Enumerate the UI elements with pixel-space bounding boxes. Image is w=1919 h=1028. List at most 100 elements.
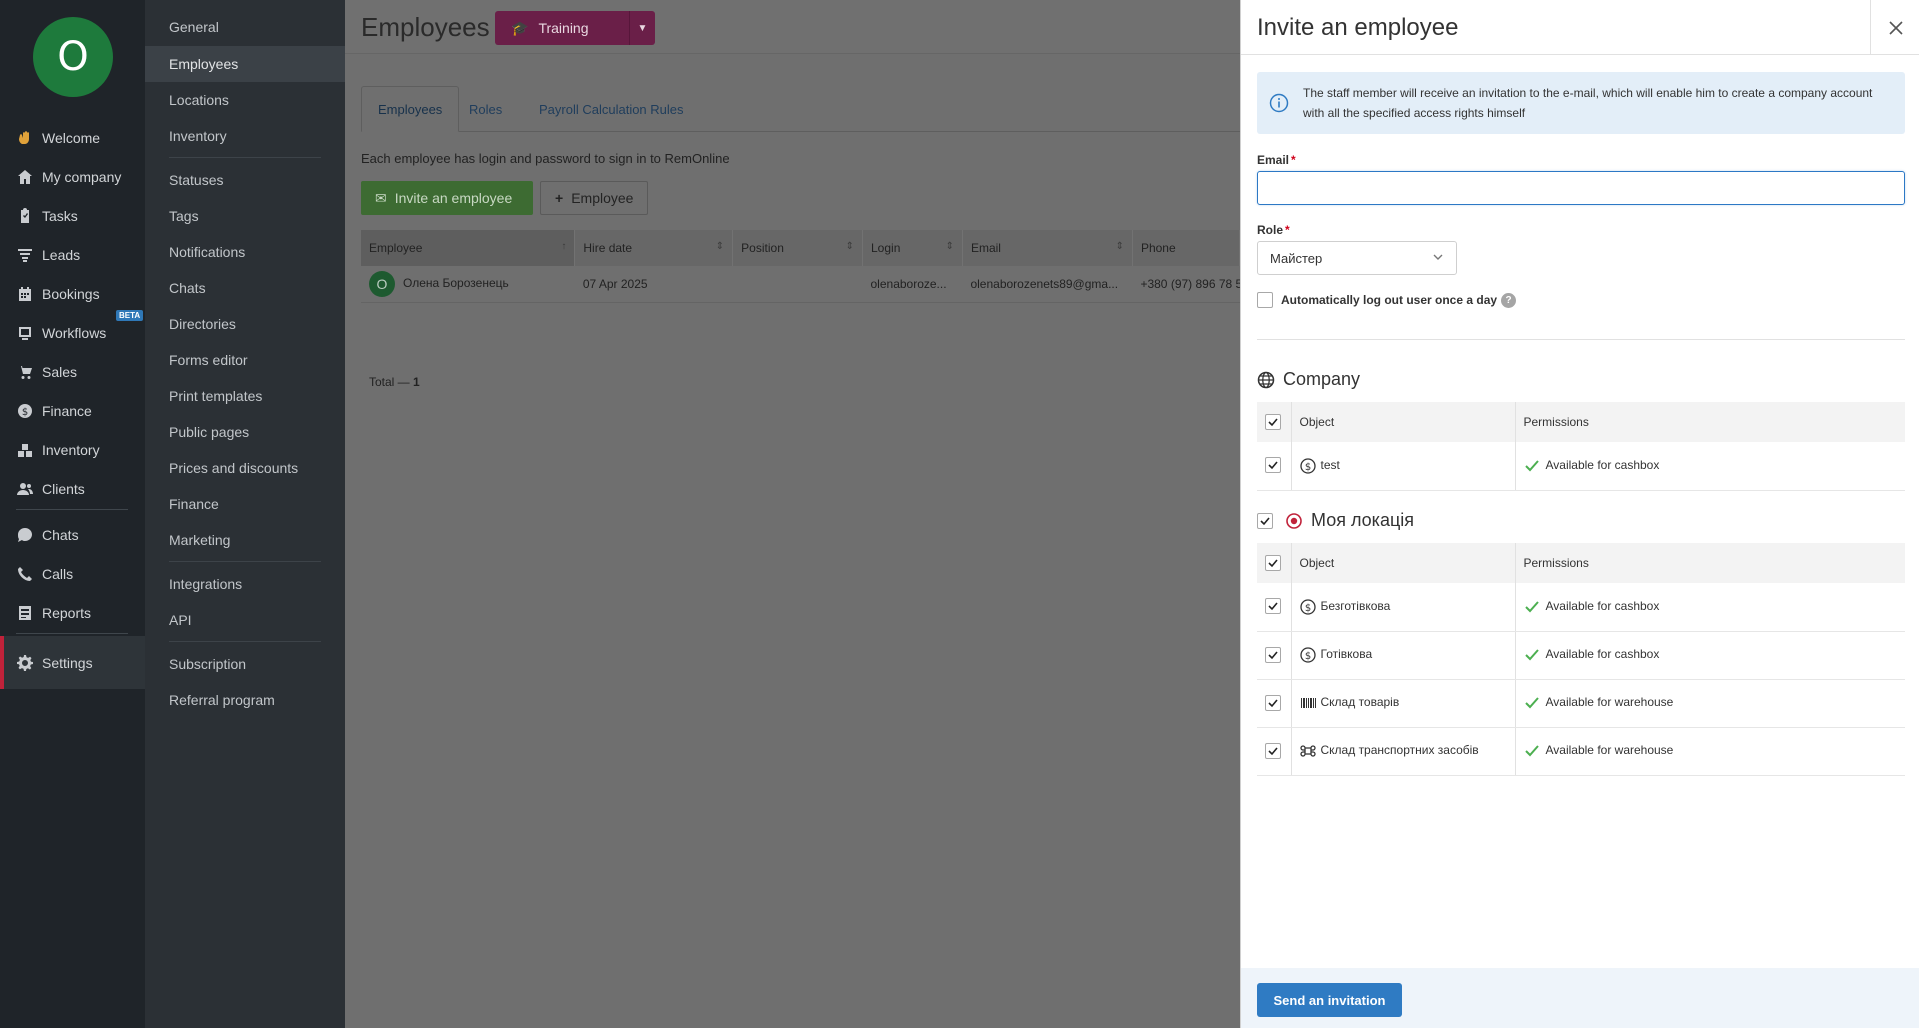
settings-item-general[interactable]: General [145, 9, 345, 45]
permission-row[interactable]: Склад товарів Available for warehouse [1257, 679, 1905, 728]
divider [1257, 339, 1905, 340]
nav-item-workflows[interactable]: Workflows [0, 313, 145, 353]
add-employee-button[interactable]: + Employee [540, 181, 648, 215]
tab-roles[interactable]: Roles [453, 86, 518, 132]
column-header-employee[interactable]: Employee ↑ [361, 230, 576, 266]
funnel-icon [16, 246, 34, 264]
location-checkbox[interactable] [1257, 512, 1273, 529]
settings-item-notifications[interactable]: Notifications [145, 234, 345, 270]
row-checkbox[interactable] [1265, 694, 1281, 711]
report-icon [16, 604, 34, 622]
permission-row[interactable]: $ test Available for cashbox [1257, 442, 1905, 491]
calendar-icon [16, 285, 34, 303]
send-invitation-button[interactable]: Send an invitation [1257, 983, 1402, 1017]
column-header-phone[interactable]: Phone [1132, 230, 1241, 266]
close-button[interactable] [1870, 0, 1919, 55]
tab-payroll-rules[interactable]: Payroll Calculation Rules [523, 86, 700, 132]
settings-item-statuses[interactable]: Statuses [145, 162, 345, 198]
cart-icon [16, 363, 34, 381]
settings-item-locations[interactable]: Locations [145, 82, 345, 118]
chevron-down-icon[interactable]: ▼ [629, 11, 655, 45]
row-checkbox[interactable] [1265, 598, 1281, 615]
nav-item-leads[interactable]: Leads [0, 235, 145, 275]
nav-label: Inventory [42, 442, 100, 458]
settings-item-employees[interactable]: Employees [145, 46, 345, 82]
select-all-checkbox[interactable] [1265, 554, 1281, 571]
user-avatar[interactable]: O [33, 17, 113, 97]
row-checkbox[interactable] [1265, 457, 1281, 474]
boxes-icon [16, 441, 34, 459]
auto-logout-label: Automatically log out user once a day [1281, 293, 1498, 307]
nav-item-bookings[interactable]: Bookings [0, 274, 145, 314]
check-icon [1524, 649, 1539, 661]
column-header-hire-date[interactable]: Hire date ⇕ [574, 230, 734, 266]
invite-employee-button[interactable]: ✉ Invite an employee [361, 181, 533, 215]
nav-label: Sales [42, 364, 78, 380]
nav-item-reports[interactable]: Reports [0, 593, 145, 633]
wave-icon [16, 129, 34, 147]
settings-item-api[interactable]: API [145, 602, 345, 638]
tab-employees[interactable]: Employees [361, 86, 460, 132]
row-checkbox[interactable] [1265, 742, 1281, 759]
settings-divider [169, 157, 321, 158]
main-sidebar: O Welcome My company Tasks Leads Booking… [0, 0, 145, 1028]
auto-logout-checkbox[interactable] [1257, 292, 1273, 308]
permission-row[interactable]: $ Готівкова Available for cashbox [1257, 631, 1905, 680]
page-header: Employees 🎓 Training ▼ [345, 0, 1240, 54]
command-icon [1299, 745, 1316, 757]
envelope-icon: ✉ [375, 189, 387, 206]
settings-item-directories[interactable]: Directories [145, 306, 345, 342]
nav-label: Finance [42, 403, 92, 419]
training-button[interactable]: 🎓 Training ▼ [495, 11, 655, 45]
info-banner: The staff member will receive an invitat… [1257, 72, 1905, 134]
permission-row[interactable]: $ Безготівкова Available for cashbox [1257, 583, 1905, 632]
gear-icon [16, 654, 34, 672]
sort-icon: ⇕ [845, 241, 854, 252]
settings-item-prices-discounts[interactable]: Prices and discounts [145, 450, 345, 486]
section-location-title: Моя локація [1257, 510, 1414, 531]
settings-item-integrations[interactable]: Integrations [145, 566, 345, 602]
role-select[interactable]: Майстер [1257, 241, 1457, 275]
nav-item-welcome[interactable]: Welcome [0, 118, 145, 158]
nav-item-settings[interactable]: Settings [0, 636, 145, 689]
row-checkbox[interactable] [1265, 646, 1281, 663]
settings-item-tags[interactable]: Tags [145, 198, 345, 234]
settings-item-public-pages[interactable]: Public pages [145, 414, 345, 450]
cell-phone: +380 (97) 896 78 5 [1132, 266, 1240, 303]
settings-item-referral-program[interactable]: Referral program [145, 682, 345, 718]
role-value: Майстер [1270, 250, 1323, 266]
nav-item-chats[interactable]: Chats [0, 515, 145, 555]
page-description: Each employee has login and password to … [361, 151, 730, 166]
people-icon [16, 480, 34, 498]
permission-row[interactable]: Склад транспортних засобів Available for… [1257, 727, 1905, 776]
settings-divider [169, 641, 321, 642]
nav-item-my-company[interactable]: My company [0, 157, 145, 197]
email-input[interactable] [1257, 171, 1905, 205]
settings-item-marketing[interactable]: Marketing [145, 522, 345, 558]
settings-item-subscription[interactable]: Subscription [145, 646, 345, 682]
settings-item-chats[interactable]: Chats [145, 270, 345, 306]
nav-item-tasks[interactable]: Tasks [0, 196, 145, 236]
cashbox-icon: $ [1299, 599, 1316, 615]
nav-item-sales[interactable]: Sales [0, 352, 145, 392]
workflow-icon [16, 324, 34, 342]
column-header-login[interactable]: Login ⇕ [862, 230, 963, 266]
column-header-permissions: Permissions [1515, 543, 1905, 583]
nav-item-finance[interactable]: $ Finance [0, 391, 145, 431]
nav-label: Leads [42, 247, 81, 263]
nav-label: Tasks [42, 208, 78, 224]
chat-icon [16, 526, 34, 544]
cashbox-icon: $ [1299, 458, 1316, 474]
nav-item-inventory[interactable]: Inventory [0, 430, 145, 470]
column-header-email[interactable]: Email ⇕ [962, 230, 1133, 266]
settings-item-print-templates[interactable]: Print templates [145, 378, 345, 414]
nav-item-calls[interactable]: Calls [0, 554, 145, 594]
help-icon[interactable]: ? [1501, 292, 1517, 308]
nav-item-clients[interactable]: Clients [0, 469, 145, 509]
column-header-position[interactable]: Position ⇕ [732, 230, 863, 266]
table-row[interactable]: O Олена Борозенець 07 Apr 2025 olenaboroz… [361, 266, 1240, 303]
settings-item-finance[interactable]: Finance [145, 486, 345, 522]
select-all-checkbox[interactable] [1265, 413, 1281, 430]
settings-item-forms-editor[interactable]: Forms editor [145, 342, 345, 378]
settings-item-inventory[interactable]: Inventory [145, 118, 345, 154]
